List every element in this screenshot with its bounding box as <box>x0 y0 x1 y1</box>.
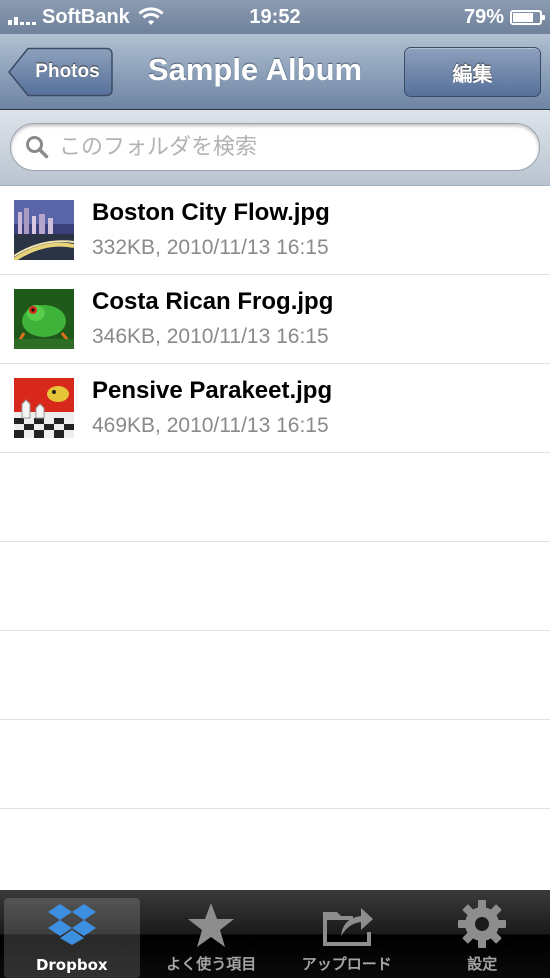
empty-row <box>0 809 550 898</box>
file-list: Boston City Flow.jpg 332KB, 2010/11/13 1… <box>0 186 550 898</box>
empty-row <box>0 720 550 809</box>
file-meta: 332KB, 2010/11/13 16:15 <box>92 236 329 259</box>
status-bar: SoftBank 19:52 79% <box>0 0 550 34</box>
tab-dropbox[interactable]: Dropbox <box>4 898 140 978</box>
file-name: Pensive Parakeet.jpg <box>92 377 333 404</box>
tab-settings[interactable]: 設定 <box>415 890 550 978</box>
edit-button[interactable]: 編集 <box>404 47 541 97</box>
gear-icon <box>458 900 507 948</box>
list-item[interactable]: Boston City Flow.jpg 332KB, 2010/11/13 1… <box>0 186 550 275</box>
search-bar <box>0 110 550 186</box>
tab-upload[interactable]: アップロード <box>279 890 415 978</box>
search-field[interactable] <box>10 123 540 171</box>
empty-row <box>0 631 550 720</box>
upload-icon <box>322 908 373 946</box>
battery-icon <box>510 9 545 25</box>
battery-percent: 79% <box>463 5 504 28</box>
search-input[interactable] <box>57 133 539 161</box>
empty-row <box>0 453 550 542</box>
star-icon <box>188 903 235 947</box>
file-meta: 469KB, 2010/11/13 16:15 <box>92 414 329 437</box>
carrier-name: SoftBank <box>42 5 130 28</box>
list-item[interactable]: Pensive Parakeet.jpg 469KB, 2010/11/13 1… <box>0 364 550 453</box>
photo-thumbnail <box>14 200 74 260</box>
back-button-label: Photos <box>35 61 100 82</box>
tab-label: 設定 <box>467 955 498 973</box>
tab-label: アップロード <box>301 955 392 973</box>
empty-row <box>0 542 550 631</box>
list-item[interactable]: Costa Rican Frog.jpg 346KB, 2010/11/13 1… <box>0 275 550 364</box>
photo-thumbnail <box>14 378 74 438</box>
dropbox-icon <box>47 904 96 945</box>
photo-thumbnail <box>14 289 74 349</box>
page-title: Sample Album <box>147 52 363 87</box>
file-meta: 346KB, 2010/11/13 16:15 <box>92 325 329 348</box>
tab-label: よく使う項目 <box>166 955 257 973</box>
back-button[interactable]: Photos <box>8 47 113 97</box>
file-name: Boston City Flow.jpg <box>92 199 330 226</box>
tab-favorites[interactable]: よく使う項目 <box>144 890 280 978</box>
tab-bar: Dropbox よく使う項目 アップロード 設定 <box>0 890 550 978</box>
signal-strength-icon <box>8 9 36 25</box>
tab-label: Dropbox <box>35 956 108 974</box>
navigation-bar: Photos Sample Album 編集 <box>0 34 550 110</box>
file-name: Costa Rican Frog.jpg <box>92 288 334 315</box>
wifi-icon <box>138 7 164 25</box>
search-icon <box>26 136 49 159</box>
